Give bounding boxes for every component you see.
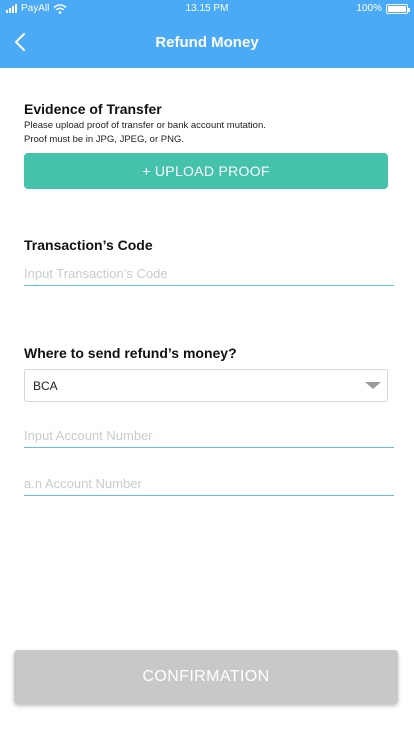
page-title: Refund Money [155,34,259,51]
evidence-helper-line2: Proof must be in JPG, JPEG, or PNG. [24,134,184,145]
transaction-code-input[interactable] [24,262,394,286]
status-right: 100% [356,3,410,14]
battery-percent: 100% [356,3,382,14]
transaction-code-heading: Transaction’s Code [24,237,153,253]
upload-proof-button[interactable]: + UPLOAD PROOF [24,153,388,189]
account-name-input[interactable] [24,472,394,496]
refund-destination-heading: Where to send refund’s money? [24,345,237,361]
app-header: PayAll 13.15 PM 100% Refund Money [0,0,414,68]
evidence-helper-line1: Please upload proof of transfer or bank … [24,120,266,131]
status-time: 13.15 PM [185,3,229,14]
evidence-heading: Evidence of Transfer [24,101,162,117]
selected-bank: BCA [33,379,58,393]
battery-icon [386,3,410,14]
account-number-input[interactable] [24,424,394,448]
confirmation-button[interactable]: CONFIRMATION [14,650,398,704]
dropdown-caret-icon [365,382,381,389]
bank-select[interactable]: BCA [24,369,388,402]
status-bar: PayAll 13.15 PM 100% [0,0,414,18]
